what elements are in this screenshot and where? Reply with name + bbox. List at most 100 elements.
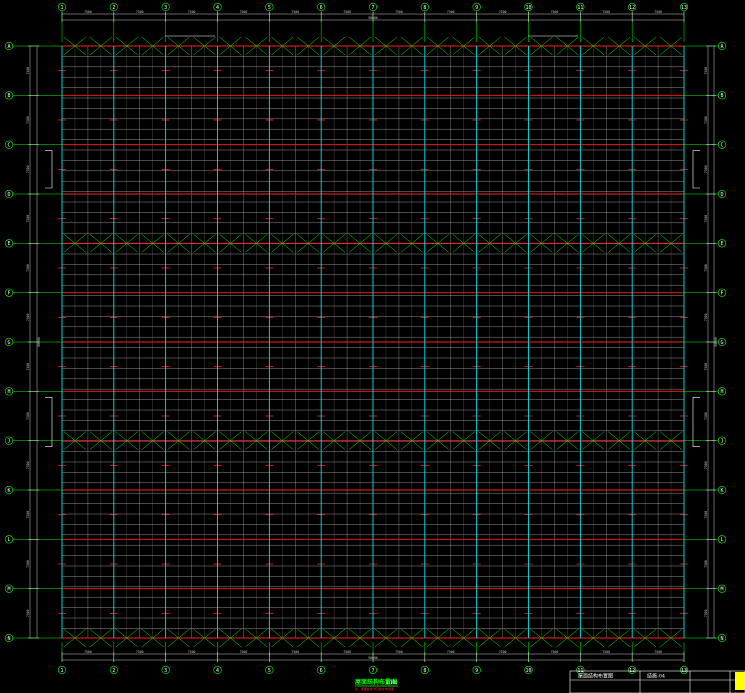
bay-dimension-label: 7500 bbox=[654, 10, 662, 14]
row-dimension-label: 7500 bbox=[26, 67, 30, 75]
row-axis-label: M bbox=[720, 586, 723, 592]
title-block-drawing-number: 结施-04 bbox=[647, 673, 665, 680]
row-dimension-label: 7500 bbox=[704, 511, 708, 519]
edge-bracket bbox=[45, 150, 53, 189]
row-dimension-label: 7500 bbox=[704, 609, 708, 617]
row-dimension-label: 7500 bbox=[26, 215, 30, 223]
plan-title-group: 屋面结构布置图 1:100 注：屋面檩条详见檩条布置图 bbox=[355, 678, 398, 691]
row-axis-label: G bbox=[7, 340, 10, 346]
row-dimension-label: 7500 bbox=[26, 165, 30, 173]
column-axis-label: 8 bbox=[423, 668, 426, 674]
bay-dimension-label: 7500 bbox=[291, 650, 299, 654]
axis-grid-layer: 1122334455667788991010111112121313A AB BC C… bbox=[4, 2, 727, 675]
bay-dimension-label: 7500 bbox=[343, 10, 351, 14]
row-dimension-label: 7500 bbox=[704, 560, 708, 568]
row-dimension-label: 7500 bbox=[704, 264, 708, 272]
bay-dimension-label: 7500 bbox=[84, 10, 92, 14]
row-axis-label: K bbox=[720, 488, 723, 494]
bay-dimension-label: 7500 bbox=[395, 10, 403, 14]
overall-side-dimension-label: 90000 bbox=[714, 337, 718, 347]
row-dimension-label: 7500 bbox=[26, 609, 30, 617]
row-axis-label: E bbox=[7, 241, 10, 247]
bay-dimension-label: 7500 bbox=[551, 10, 559, 14]
row-axis-label: F bbox=[7, 290, 10, 296]
row-axis-label: A bbox=[7, 44, 10, 50]
column-axis-label: 5 bbox=[268, 668, 271, 674]
column-axis-label: 4 bbox=[216, 668, 219, 674]
column-axis-label: 3 bbox=[164, 668, 167, 674]
row-axis-label: N bbox=[720, 636, 723, 642]
bay-dimension-label: 7500 bbox=[84, 650, 92, 654]
row-dimension-label: 7500 bbox=[704, 215, 708, 223]
bay-dimension-label: 7500 bbox=[447, 10, 455, 14]
row-axis-label: B bbox=[7, 93, 10, 99]
row-axis-label: C bbox=[720, 142, 723, 148]
row-axis-label: F bbox=[720, 290, 723, 296]
column-axis-label: 2 bbox=[112, 668, 115, 674]
bay-dimension-label: 7500 bbox=[499, 10, 507, 14]
column-axis-label: 2 bbox=[112, 5, 115, 11]
row-dimension-label: 7500 bbox=[26, 313, 30, 321]
edge-bracket bbox=[692, 150, 700, 189]
bay-dimension-label: 7500 bbox=[188, 10, 196, 14]
row-axis-label: L bbox=[7, 537, 10, 543]
column-axis-label: 9 bbox=[475, 5, 478, 11]
column-axis-label: 10 bbox=[525, 5, 531, 11]
column-axis-label: 10 bbox=[525, 668, 531, 674]
row-dimension-label: 7500 bbox=[704, 313, 708, 321]
bay-dimension-label: 7500 bbox=[395, 650, 403, 654]
overall-dimension-label: 90000 bbox=[368, 16, 378, 20]
row-axis-label: M bbox=[7, 586, 10, 592]
row-axis-label: K bbox=[7, 488, 10, 494]
row-dimension-label: 7500 bbox=[704, 116, 708, 124]
row-axis-label: B bbox=[720, 93, 723, 99]
row-dimension-label: 7500 bbox=[704, 412, 708, 420]
row-axis-label: N bbox=[7, 636, 10, 642]
plan-subtitle: 注：屋面檩条详见檩条布置图 bbox=[355, 686, 394, 691]
column-axis-label: 1 bbox=[60, 668, 63, 674]
row-axis-label: G bbox=[720, 340, 723, 346]
column-axis-label: 7 bbox=[371, 5, 374, 11]
bay-dimension-label: 7500 bbox=[291, 10, 299, 14]
edge-bracket bbox=[692, 397, 700, 447]
roof-plan-drawing[interactable]: 1122334455667788991010111112121313A AB BC C… bbox=[0, 0, 745, 693]
row-axis-label: D bbox=[7, 192, 10, 198]
column-axis-label: 6 bbox=[320, 5, 323, 11]
bay-dimension-label: 7500 bbox=[602, 650, 610, 654]
column-axis-label: 7 bbox=[371, 668, 374, 674]
north-logo-mark bbox=[735, 672, 745, 690]
row-dimension-label: 7500 bbox=[704, 461, 708, 469]
bay-dimension-label: 7500 bbox=[447, 650, 455, 654]
overall-side-dimension-label: 90000 bbox=[37, 337, 41, 347]
row-dimension-label: 7500 bbox=[26, 363, 30, 371]
column-axis-label: 5 bbox=[268, 5, 271, 11]
row-dimension-label: 7500 bbox=[704, 363, 708, 371]
overall-dimension-label: 90000 bbox=[368, 656, 378, 660]
row-axis-label: D bbox=[720, 192, 723, 198]
row-dimension-label: 7500 bbox=[26, 264, 30, 272]
row-dimension-label: 7500 bbox=[704, 67, 708, 75]
bay-dimension-label: 7500 bbox=[343, 650, 351, 654]
row-axis-label: E bbox=[720, 241, 723, 247]
column-axis-label: 3 bbox=[164, 5, 167, 11]
row-axis-label: H bbox=[7, 389, 10, 395]
row-axis-label: J bbox=[7, 438, 10, 444]
column-axis-label: 8 bbox=[423, 5, 426, 11]
row-axis-label: H bbox=[720, 389, 723, 395]
bay-dimension-label: 7500 bbox=[136, 10, 144, 14]
row-dimension-label: 7500 bbox=[704, 165, 708, 173]
row-axis-label: C bbox=[7, 142, 10, 148]
column-axis-label: 4 bbox=[216, 5, 219, 11]
title-block-drawing-name: 屋面结构布置图 bbox=[578, 673, 613, 680]
bay-dimension-label: 7500 bbox=[499, 650, 507, 654]
bay-dimension-label: 7500 bbox=[551, 650, 559, 654]
bay-dimension-label: 7500 bbox=[654, 650, 662, 654]
bay-dimension-label: 7500 bbox=[240, 10, 248, 14]
column-axis-label: 9 bbox=[475, 668, 478, 674]
row-dimension-label: 7500 bbox=[26, 412, 30, 420]
row-dimension-label: 7500 bbox=[26, 461, 30, 469]
cad-viewport[interactable]: 1 1 2 2 3 3 4 4 5 5 6 6 7 7 8 8 9 9 10 10 11 11 12 12 13 13 A A B B C C… bbox=[0, 0, 745, 693]
title-block: 屋面结构布置图 结施-04 bbox=[569, 670, 745, 693]
column-axis-label: 6 bbox=[320, 668, 323, 674]
column-axis-label: 12 bbox=[629, 5, 635, 11]
